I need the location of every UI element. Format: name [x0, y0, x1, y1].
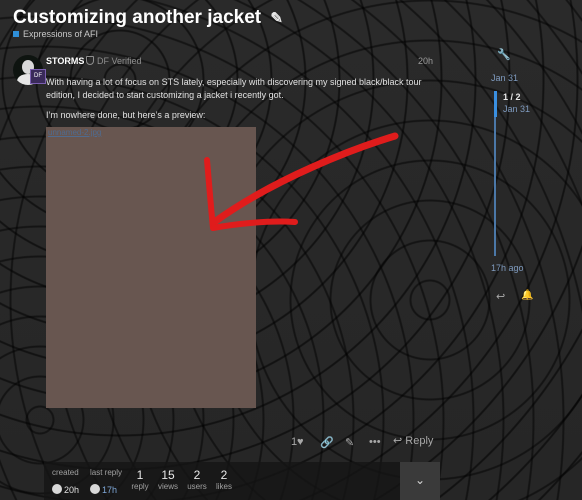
created-stat: created 20h [52, 462, 79, 498]
views-stat: 15 views [156, 462, 180, 491]
reply-arrow-icon: ↩ [393, 435, 403, 447]
image-link[interactable]: unnamed-2.jpg [48, 128, 101, 137]
likes-stat: 2 likes [213, 462, 235, 491]
shield-icon [86, 56, 94, 65]
timeline-position-date: Jan 31 [503, 104, 531, 114]
creator-avatar[interactable] [52, 484, 62, 494]
post-date[interactable]: 20h [418, 56, 433, 66]
users-count: 2 [193, 468, 201, 482]
topic-map[interactable]: created 20h last reply 17h 1 reply 15 vi… [44, 462, 402, 500]
user-title-text: DF Verified [97, 56, 142, 66]
reply-button[interactable]: ↩ Reply [393, 434, 433, 447]
last-reply-time[interactable]: 17h [102, 485, 117, 495]
timeline-reply-icon[interactable]: ↩ [496, 290, 505, 303]
user-flair-badge: DF [30, 69, 46, 84]
category-badge[interactable]: Expressions of AFI [13, 29, 98, 39]
category-name[interactable]: Expressions of AFI [23, 29, 98, 39]
likes-count: 2 [220, 468, 228, 482]
timeline-end-date[interactable]: 17h ago [491, 263, 524, 273]
replies-label: reply [131, 482, 149, 491]
link-icon[interactable]: 🔗 [320, 436, 334, 449]
annotation-arrow [204, 132, 399, 231]
expand-topic-map-button[interactable]: ⌄ [400, 462, 440, 500]
pencil-icon[interactable]: ✎ [345, 436, 354, 449]
users-stat: 2 users [185, 462, 209, 491]
users-label: users [187, 482, 207, 491]
created-time: 20h [64, 485, 80, 495]
replies-count: 1 [136, 468, 144, 482]
reply-button-label: Reply [405, 435, 434, 447]
last-reply-avatar[interactable] [90, 484, 100, 494]
wrench-icon[interactable]: 🔧 [497, 48, 511, 61]
timeline-handle[interactable] [494, 91, 497, 117]
timeline-start-date[interactable]: Jan 31 [491, 73, 518, 83]
chevron-down-icon: ⌄ [414, 473, 426, 487]
replies-stat: 1 reply [130, 462, 150, 491]
views-label: views [157, 482, 178, 491]
likes-label: likes [215, 482, 232, 491]
last-reply-label: last reply [90, 468, 123, 477]
ellipsis-icon[interactable]: ••• [369, 436, 381, 448]
heart-icon[interactable]: ♥ [297, 436, 304, 448]
created-label: created [52, 468, 79, 477]
bell-icon[interactable]: 🔔 [521, 290, 533, 301]
topic-title[interactable]: Customizing another jacket ✎ [13, 7, 283, 29]
timeline-position[interactable]: 1 / 2 [503, 92, 521, 102]
topic-title-text[interactable]: Customizing another jacket [13, 7, 261, 28]
user-title: DF Verified [86, 56, 142, 66]
last-reply-stat: last reply 17h [90, 462, 122, 498]
post-paragraph-1: With having a lot of focus on STS lately… [46, 77, 422, 100]
post-paragraph-2: I’m nowhere done, but here’s a preview: [46, 110, 206, 120]
post-username[interactable]: STORMS [46, 56, 84, 66]
pencil-icon[interactable]: ✎ [270, 10, 283, 27]
category-color-square [13, 31, 19, 37]
views-count: 15 [161, 468, 175, 482]
